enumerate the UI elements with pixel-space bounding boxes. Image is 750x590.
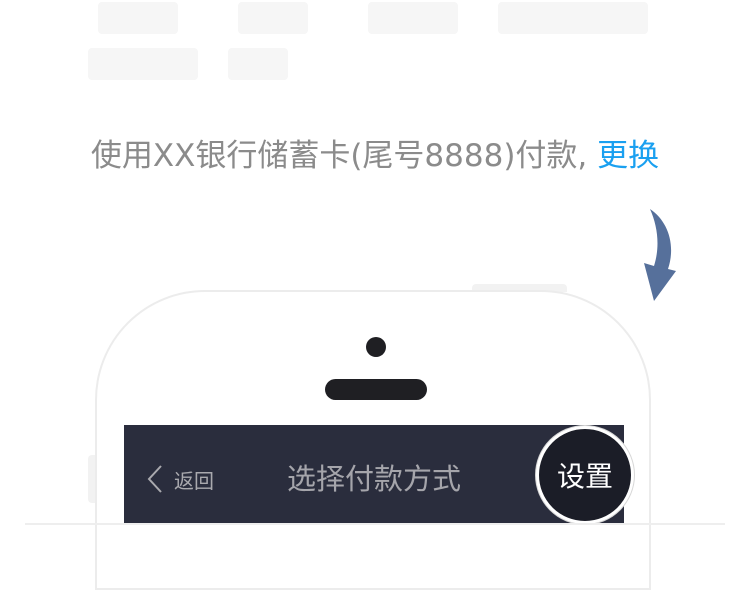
phone-camera: [366, 337, 386, 357]
settings-label: 设置: [556, 460, 613, 493]
faded-background-text: [88, 0, 688, 95]
chevron-left-icon: [147, 465, 162, 493]
curved-arrow-down-icon: [624, 205, 680, 309]
payment-method-line: 使用XX银行储蓄卡(尾号8888)付款, 更换: [0, 130, 750, 175]
back-label: 返回: [174, 468, 214, 493]
change-payment-link[interactable]: 更换: [597, 138, 659, 174]
phone-speaker: [325, 379, 427, 400]
settings-button[interactable]: 设置: [536, 426, 634, 524]
page-title: 选择付款方式: [286, 462, 461, 496]
payment-method-text: 使用XX银行储蓄卡(尾号8888)付款,: [90, 138, 588, 174]
bottom-divider: [25, 523, 725, 525]
back-button[interactable]: 返回: [146, 462, 214, 496]
